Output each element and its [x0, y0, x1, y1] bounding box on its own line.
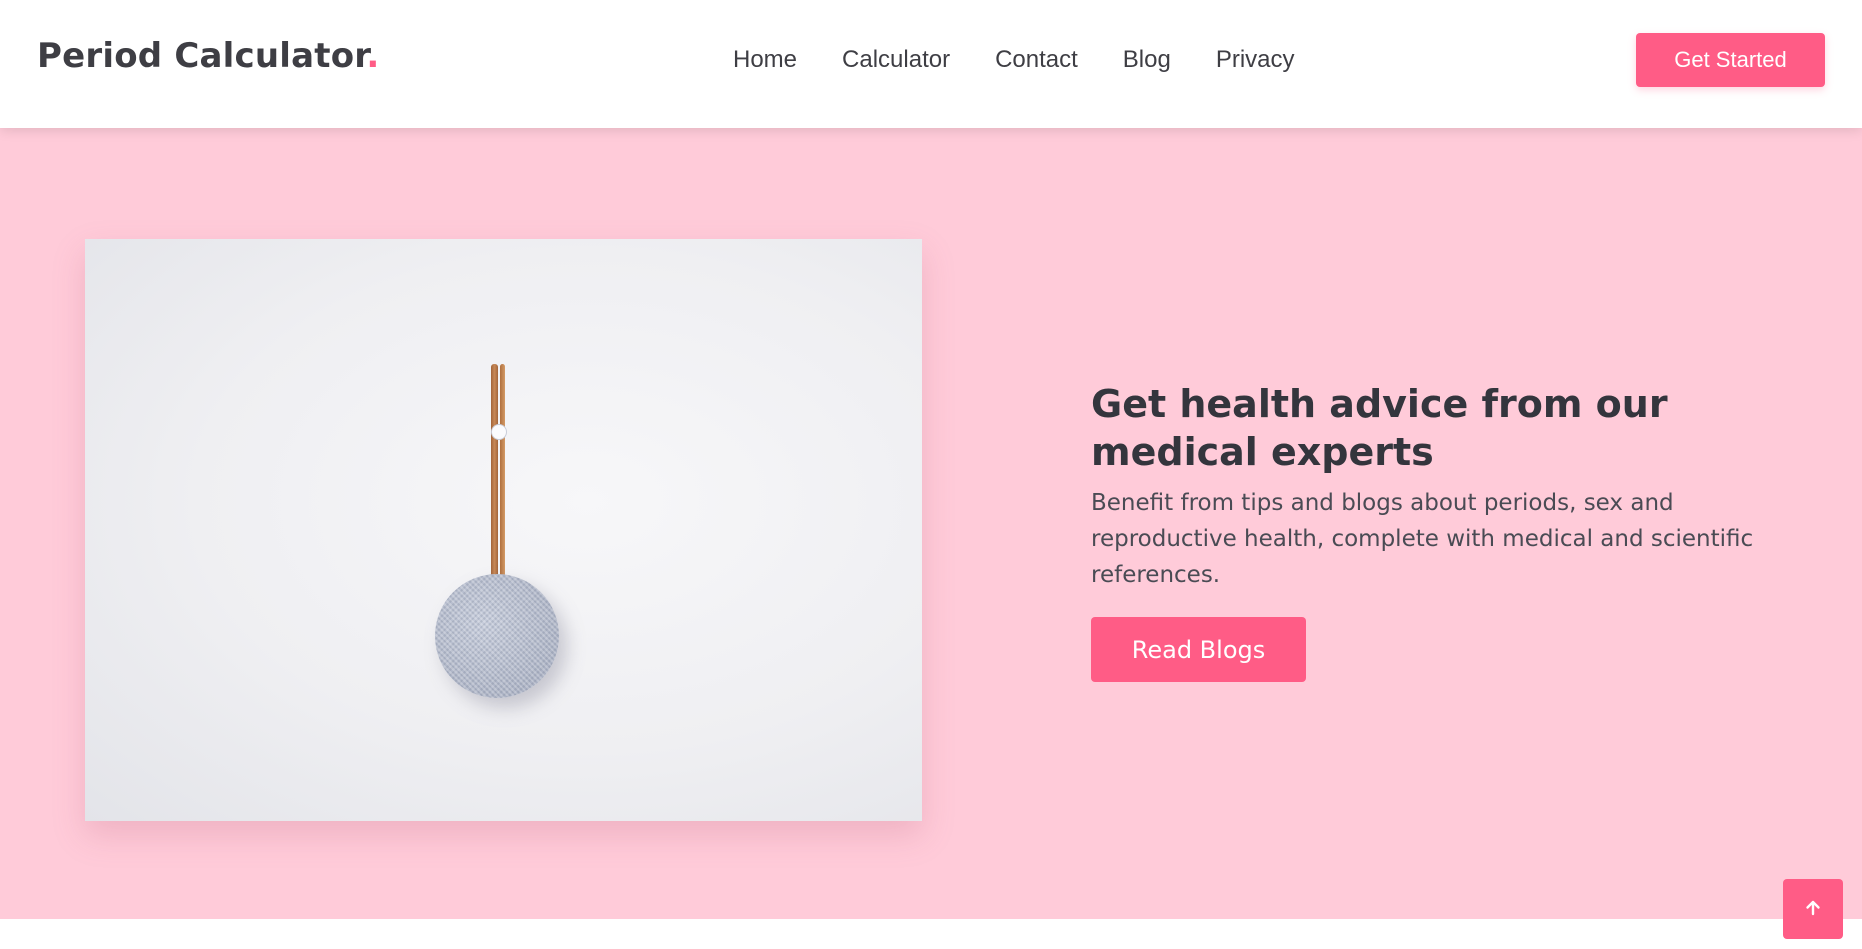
- arrow-up-icon: [1803, 898, 1823, 921]
- nav-link-home[interactable]: Home: [733, 46, 797, 74]
- read-blogs-button[interactable]: Read Blogs: [1091, 617, 1306, 682]
- speaker-strap: [491, 364, 498, 584]
- nav-link-contact[interactable]: Contact: [995, 46, 1078, 74]
- hero-title: Get health advice from our medical exper…: [1091, 382, 1668, 474]
- scroll-to-top-button[interactable]: [1783, 879, 1843, 939]
- speaker-device: [435, 574, 559, 698]
- top-navbar: Period Calculator. Home Calculator Conta…: [0, 0, 1862, 128]
- hero-description: Benefit from tips and blogs about period…: [1091, 490, 1754, 588]
- nav-link-privacy[interactable]: Privacy: [1216, 46, 1295, 74]
- nav-link-blog[interactable]: Blog: [1123, 46, 1171, 74]
- logo-text: Period Calculator: [37, 36, 367, 76]
- logo-dot: .: [366, 36, 380, 76]
- get-started-button[interactable]: Get Started: [1636, 33, 1825, 87]
- speaker-tag: [491, 424, 507, 440]
- main-nav: Home Calculator Contact Blog Privacy: [733, 46, 1340, 74]
- logo[interactable]: Period Calculator.: [37, 36, 380, 76]
- nav-link-calculator[interactable]: Calculator: [842, 46, 950, 74]
- hero-section: Get health advice from our medical exper…: [0, 128, 1862, 919]
- speaker-strap-second: [500, 364, 505, 579]
- hero-image: [85, 239, 922, 821]
